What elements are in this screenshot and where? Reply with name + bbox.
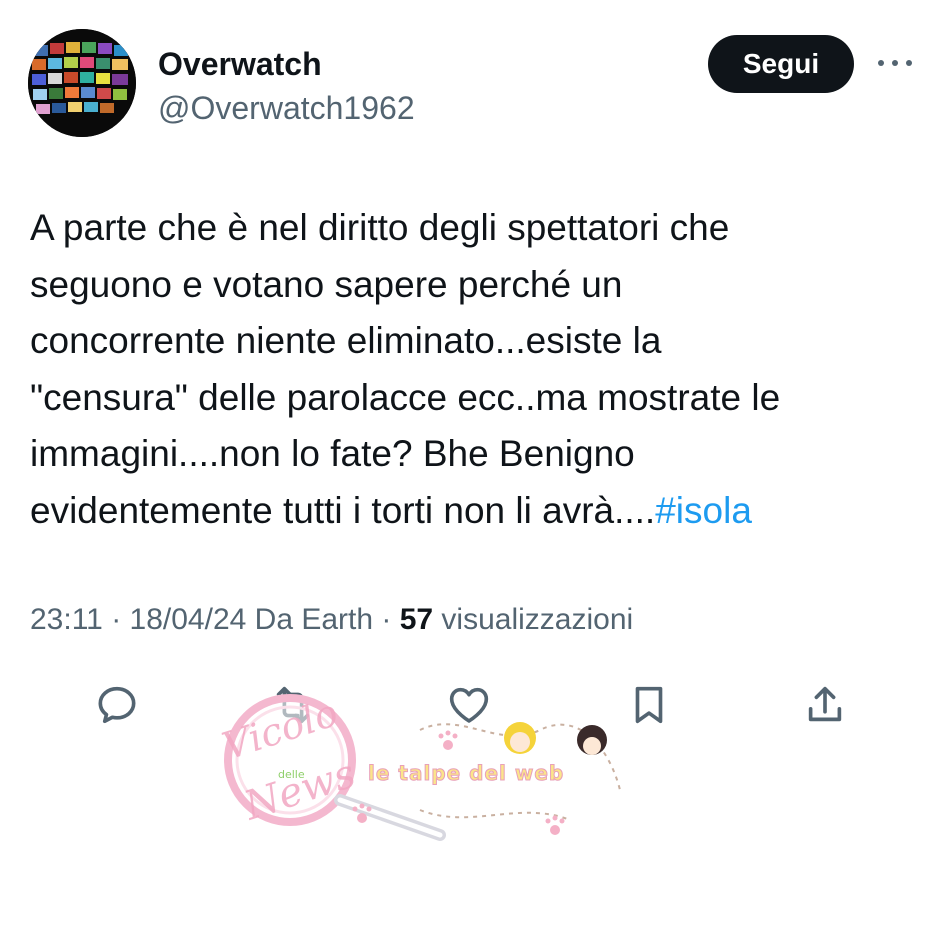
views-count[interactable]: 57: [400, 603, 433, 636]
tweet-text: A parte che è nel diritto degli spettato…: [30, 200, 910, 539]
tweet-meta: 23:11 · 18/04/24 Da Earth · 57 visualizz…: [30, 600, 633, 640]
reply-button[interactable]: [92, 680, 142, 730]
heart-icon: [449, 687, 489, 723]
tweet-line: "censura" delle parolacce ecc..ma mostra…: [30, 376, 781, 418]
watermark-graphic: Vicolo delle News le talpe del web: [217, 690, 621, 841]
bookmark-icon: [635, 686, 663, 724]
retweet-icon: [276, 686, 310, 724]
tweet-time[interactable]: 23:11: [30, 603, 103, 636]
like-button[interactable]: [444, 680, 494, 730]
retweet-button[interactable]: [268, 680, 318, 730]
tweet-line: concorrente niente eliminato...esiste la: [30, 320, 662, 361]
reply-icon: [98, 686, 136, 724]
meta-separator: ·: [373, 603, 400, 636]
watermark-logo: Vicolo delle News le talpe del web: [190, 690, 630, 850]
follow-button[interactable]: Segui: [708, 35, 854, 93]
share-icon: [808, 686, 842, 722]
user-handle[interactable]: @Overwatch1962: [158, 88, 415, 128]
watermark-brand-3: News: [238, 751, 361, 830]
display-name[interactable]: Overwatch: [158, 44, 322, 84]
more-options-button[interactable]: [872, 50, 918, 76]
tweet-line: seguono e votano sapere perché un: [30, 263, 623, 305]
bookmark-button[interactable]: [624, 680, 674, 730]
more-dots-icon: [878, 60, 912, 66]
watermark-tagline: le talpe del web: [368, 761, 564, 785]
tweet-line: evidentemente tutti i torti non li avrà.…: [30, 489, 656, 531]
tweet-date[interactable]: 18/04/24: [130, 603, 247, 636]
share-button[interactable]: [800, 680, 850, 730]
meta-separator: ·: [102, 603, 130, 636]
avatar-image: [28, 29, 136, 137]
avatar[interactable]: [28, 29, 136, 137]
tweet-line: A parte che è nel diritto degli spettato…: [30, 207, 730, 248]
hashtag-link[interactable]: #isola: [655, 490, 752, 531]
tweet-line: immagini....non lo fate? Bhe Benigno: [30, 433, 635, 474]
watermark-brand-2: delle: [278, 768, 305, 781]
tweet-source: Da Earth: [246, 603, 374, 636]
views-label[interactable]: visualizzazioni: [433, 603, 633, 636]
